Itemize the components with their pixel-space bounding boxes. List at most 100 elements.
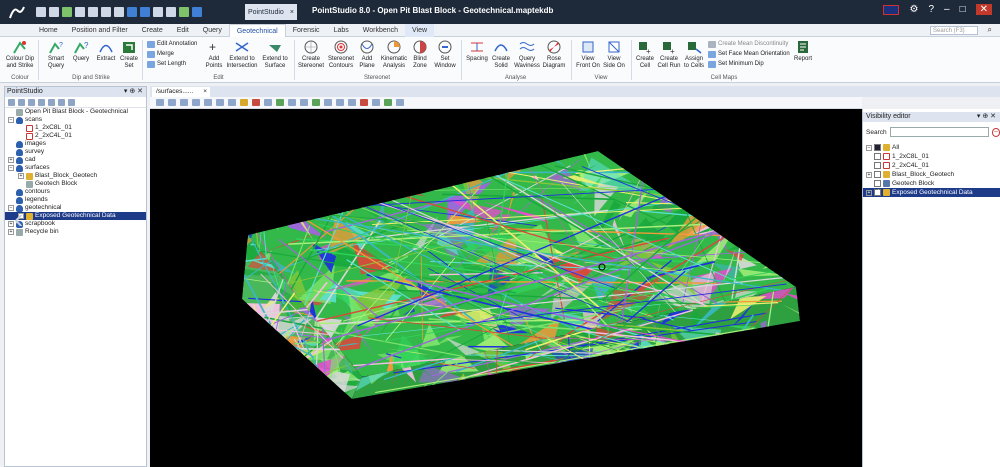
tree-item[interactable]: − geotechnical [5,204,146,212]
layout-icon[interactable] [75,7,85,17]
tab-labs[interactable]: Labs [327,24,356,37]
visibility-checkbox[interactable] [874,180,881,187]
edit-annotation-button[interactable]: Edit Annotation [147,40,197,48]
tree-item[interactable]: + scrapbook [5,220,146,228]
create-mean-discontinuity-button[interactable]: Create Mean Discontinuity [708,40,788,48]
undo-icon[interactable] [36,7,46,17]
pen-icon[interactable] [240,99,248,106]
assign-to-cells-button[interactable]: Assign to Cells [682,39,706,70]
tab-view[interactable]: View [405,23,435,37]
filter-tree-icon[interactable] [38,98,45,106]
tree-expander-icon[interactable]: + [18,173,24,179]
settings-gear-icon[interactable]: ⚙ [909,4,918,15]
camera-icon[interactable] [156,99,164,106]
layer-icon[interactable] [300,99,308,106]
visibility-checkbox[interactable]: ✓ [874,189,881,196]
3d-viewport[interactable] [150,109,862,467]
grid-toggle-icon[interactable] [276,99,284,106]
tree-expander-icon[interactable]: + [8,157,14,163]
clip-icon[interactable] [324,99,332,106]
tree-item[interactable]: 1_2xC8L_01 [5,124,146,132]
eraser-icon[interactable] [252,99,260,106]
view-side-on-button[interactable]: View Side On [601,39,627,70]
app-logo-icon[interactable] [0,0,34,24]
import-icon[interactable] [18,98,25,106]
image-icon[interactable] [166,7,176,17]
minimize-icon[interactable]: – [944,4,950,15]
set-length-button[interactable]: Set Length [147,60,186,68]
blind-zone-button[interactable]: Blind Zone [409,39,431,70]
visibility-panel-controls-icon[interactable]: ▾ ⊕ ✕ [977,112,996,122]
stop-icon[interactable] [372,99,380,106]
extract-button[interactable]: Extract [94,39,118,63]
tree-item[interactable]: − surfaces [5,164,146,172]
maximize-icon[interactable]: □ [960,4,966,15]
tab-forensic[interactable]: Forensic [286,24,327,37]
document-tab[interactable]: PointStudio × [245,4,297,20]
kinematic-analysis-button[interactable]: Kinematic Analysis [379,39,409,70]
workbench-icon[interactable] [192,7,202,17]
table-icon[interactable] [88,7,98,17]
play-icon[interactable] [384,99,392,106]
report-button[interactable]: Report [792,39,814,63]
close-icon[interactable]: × [290,9,294,16]
help-icon[interactable]: ? [928,4,934,15]
pan-icon[interactable] [168,99,176,106]
clear-search-icon[interactable]: − [991,127,1000,137]
filter-icon[interactable] [153,7,163,17]
visibility-item[interactable]: Geotech Block [863,179,1000,188]
grid-icon[interactable] [101,7,111,17]
set-window-button[interactable]: Set Window [432,39,458,70]
measure-icon[interactable] [264,99,272,106]
tree-expander-icon[interactable]: − [8,117,14,123]
tree-item[interactable]: + Exposed Geotechnical Data [5,212,146,220]
tools-icon[interactable] [140,7,150,17]
visibility-checkbox[interactable] [874,162,881,169]
stereonet-contours-button[interactable]: Stereonet Contours [326,39,356,70]
refresh-icon[interactable] [62,7,72,17]
visibility-checkbox[interactable] [874,144,881,151]
colour-dip-strike-button[interactable]: Colour Dip and Strike [4,39,36,70]
tree-item[interactable]: + Recycle bin [5,228,146,236]
view-tab-close-icon[interactable]: × [203,87,210,97]
set-face-mean-orientation-button[interactable]: Set Face Mean Orientation [708,50,790,58]
create-set-button[interactable]: Create Set [120,39,138,70]
options-icon[interactable] [68,98,75,106]
query-waviness-button[interactable]: Query Waviness [513,39,541,70]
legend-toggle-icon[interactable] [396,99,404,106]
zoom-extents-icon[interactable] [180,99,188,106]
window-close-icon[interactable]: ✕ [975,4,992,15]
tree-item[interactable]: contours [5,188,146,196]
create-solid-button[interactable]: Create Solid [490,39,512,70]
visibility-item[interactable]: 1_2xC8L_01 [863,152,1000,161]
language-flag-icon[interactable] [883,4,900,15]
record-icon[interactable] [360,99,368,106]
network-icon[interactable] [127,7,137,17]
report-icon[interactable] [114,7,124,17]
label-icon[interactable] [288,99,296,106]
tab-geotechnical[interactable]: Geotechnical [228,23,286,37]
tab-create[interactable]: Create [135,24,170,37]
merge-button[interactable]: Merge [147,50,174,58]
view-front-on-button[interactable]: View Front On [575,39,601,70]
visibility-expander-icon[interactable]: + [866,189,872,196]
visibility-search-input[interactable] [889,127,989,137]
search-input[interactable]: Search (F3) [930,26,978,35]
extend-to-intersection-button[interactable]: Extend to Intersection [226,39,258,70]
set-minimum-dip-button[interactable]: Set Minimum Dip [708,60,764,68]
visibility-item[interactable]: + ✓ Exposed Geotechnical Data [863,188,1000,197]
new-container-icon[interactable] [8,98,15,106]
visibility-item[interactable]: − All [863,143,1000,152]
visibility-checkbox[interactable] [874,171,881,178]
collapse-all-icon[interactable] [48,98,55,106]
create-stereonet-button[interactable]: Create Stereonet [296,39,326,70]
spacing-button[interactable]: Spacing [464,39,490,63]
tab-home[interactable]: Home [32,24,65,37]
visibility-expander-icon[interactable]: + [866,171,872,178]
select-icon[interactable] [216,99,224,106]
query-button[interactable]: ? Query [70,39,92,63]
tree-item[interactable]: legends [5,196,146,204]
visibility-item[interactable]: 2_2xC4L_01 [863,161,1000,170]
add-plane-button[interactable]: Add Plane [356,39,378,70]
tree-item[interactable]: survey [5,148,146,156]
